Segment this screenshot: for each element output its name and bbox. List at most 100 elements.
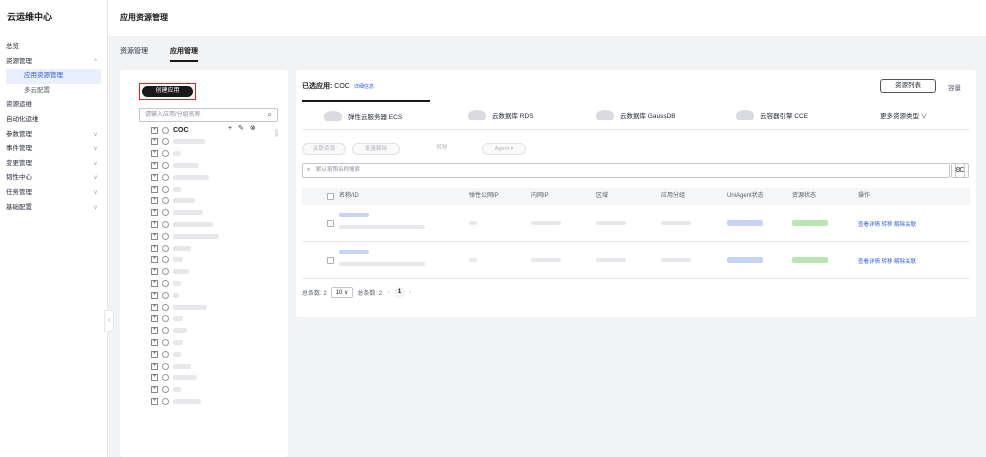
tree-node[interactable]: + bbox=[151, 172, 276, 182]
expand-icon[interactable]: + bbox=[151, 220, 158, 228]
next-page-button[interactable]: › bbox=[409, 290, 411, 296]
expand-icon[interactable]: + bbox=[151, 397, 158, 405]
expand-icon[interactable]: + bbox=[151, 244, 158, 252]
nav-item-overview[interactable]: 总览 bbox=[0, 40, 107, 55]
tree-node[interactable]: + bbox=[151, 314, 276, 324]
tree-node[interactable]: + bbox=[151, 149, 276, 159]
row-checkbox[interactable] bbox=[327, 220, 334, 227]
expand-icon[interactable]: + bbox=[151, 327, 158, 335]
nav-item-base-config[interactable]: 基础配置 v bbox=[0, 201, 107, 216]
expand-icon[interactable]: + bbox=[151, 350, 158, 358]
tree-node[interactable]: + bbox=[151, 219, 276, 229]
expand-icon[interactable]: + bbox=[151, 126, 158, 134]
unlink-link[interactable]: 解除关联 bbox=[894, 259, 916, 265]
expand-icon[interactable]: + bbox=[151, 338, 158, 346]
tree-node[interactable]: + bbox=[151, 160, 276, 170]
app-icon bbox=[162, 126, 169, 134]
row-actions: 查看详情 转移 解除关联 bbox=[858, 257, 916, 265]
expand-icon[interactable]: + bbox=[151, 138, 158, 146]
expand-icon[interactable]: + bbox=[151, 150, 158, 158]
tree-node[interactable]: + bbox=[151, 326, 276, 336]
more-resource-types[interactable]: 更多资源类型 ∨ bbox=[880, 100, 927, 130]
tab-rds[interactable]: 云数据库 RDS bbox=[468, 100, 534, 130]
tab-gaussdb[interactable]: 云数据库 GaussDB bbox=[596, 100, 676, 130]
nav-item-resilience[interactable]: 韧性中心 v bbox=[0, 171, 107, 186]
page-1-button[interactable]: 1 bbox=[394, 287, 406, 298]
tab-app-mgmt[interactable]: 应用管理 bbox=[170, 46, 198, 62]
expand-icon[interactable]: + bbox=[151, 268, 158, 276]
agent-dropdown[interactable]: Agent ▾ bbox=[482, 143, 526, 155]
tree-node-actions[interactable]: + ✎ ⊗ bbox=[228, 124, 258, 132]
resource-list-button[interactable]: 资源列表 bbox=[880, 79, 936, 93]
view-details-link[interactable]: 查看详情 bbox=[858, 222, 880, 228]
nav-item-changes[interactable]: 变更管理 v bbox=[0, 157, 107, 172]
prev-page-button[interactable]: ‹ bbox=[388, 290, 390, 296]
expand-icon[interactable]: + bbox=[151, 209, 158, 217]
tree-node[interactable]: + bbox=[151, 231, 276, 241]
expand-icon[interactable]: + bbox=[151, 161, 158, 169]
tree-node[interactable]: + bbox=[151, 337, 276, 347]
tree-node[interactable]: + bbox=[151, 385, 276, 395]
tree-node-label bbox=[173, 221, 213, 227]
transfer-link[interactable]: 转移 bbox=[882, 259, 893, 265]
tab-resource-mgmt[interactable]: 资源管理 bbox=[120, 46, 148, 56]
tree-node[interactable]: + bbox=[151, 361, 276, 371]
tree-node[interactable]: + bbox=[151, 208, 276, 218]
tree-node[interactable]: + bbox=[151, 184, 276, 194]
tree-node[interactable]: + bbox=[151, 255, 276, 265]
batch-unlink-button[interactable]: 批量解除 bbox=[352, 143, 400, 155]
tree-node[interactable]: + bbox=[151, 290, 276, 300]
resource-name-link[interactable] bbox=[339, 250, 369, 254]
tree-node[interactable]: + bbox=[151, 349, 276, 359]
nav-item-events[interactable]: 事件管理 v bbox=[0, 142, 107, 157]
nav-item-params[interactable]: 参数管理 v bbox=[0, 128, 107, 143]
settings-gear-button[interactable]: ⚙ bbox=[951, 163, 965, 178]
table-search-input[interactable]: ⌕ 默认按照名称搜索 bbox=[302, 163, 950, 178]
view-details-link[interactable]: 查看详情 bbox=[858, 259, 880, 265]
tree-node[interactable]: + bbox=[151, 243, 276, 253]
nav-item-app-resource-mgmt[interactable]: 应用资源管理 bbox=[6, 69, 101, 84]
nav-collapse-button[interactable]: ‹ bbox=[104, 310, 114, 332]
tree-node[interactable]: + bbox=[151, 373, 276, 383]
expand-icon[interactable]: + bbox=[151, 256, 158, 264]
expand-icon[interactable]: + bbox=[151, 386, 158, 394]
tree-node[interactable]: + bbox=[151, 267, 276, 277]
transfer-button[interactable]: 转移 bbox=[430, 143, 454, 155]
expand-icon[interactable]: + bbox=[151, 173, 158, 181]
tab-cce[interactable]: 云容器引擎 CCE bbox=[736, 100, 808, 130]
search-icon[interactable]: ⌕ bbox=[268, 109, 272, 121]
nav-item-tasks[interactable]: 任务管理 v bbox=[0, 186, 107, 201]
tree-node-label bbox=[173, 245, 191, 251]
tree-node[interactable]: + bbox=[151, 137, 276, 147]
expand-icon[interactable]: + bbox=[151, 362, 158, 370]
nav-item-resource-mgmt[interactable]: 资源管理 ^ bbox=[0, 55, 107, 70]
link-resource-button[interactable]: 关联资源 bbox=[302, 143, 346, 155]
expand-icon[interactable]: + bbox=[151, 232, 158, 240]
tree-node[interactable]: + bbox=[151, 302, 276, 312]
expand-icon[interactable]: + bbox=[151, 291, 158, 299]
expand-icon[interactable]: + bbox=[151, 315, 158, 323]
tree-node[interactable]: + bbox=[151, 278, 276, 288]
expand-icon[interactable]: + bbox=[151, 279, 158, 287]
resource-name-link[interactable] bbox=[339, 213, 369, 217]
detail-link[interactable]: 详细信息 bbox=[354, 84, 374, 90]
create-app-button[interactable]: 创建应用 bbox=[142, 86, 193, 97]
nav-item-multicloud[interactable]: 多云配置 bbox=[0, 84, 107, 99]
transfer-link[interactable]: 转移 bbox=[882, 222, 893, 228]
tree-root-node[interactable]: + COC + ✎ ⊗ bbox=[151, 125, 276, 135]
expand-icon[interactable]: + bbox=[151, 185, 158, 193]
expand-icon[interactable]: + bbox=[151, 197, 158, 205]
select-all-checkbox[interactable] bbox=[327, 193, 334, 200]
tree-node[interactable]: + bbox=[151, 396, 276, 406]
capacity-tab[interactable]: 容量 bbox=[948, 82, 961, 92]
expand-icon[interactable]: + bbox=[151, 374, 158, 382]
tree-node[interactable]: + bbox=[151, 196, 276, 206]
page-size-select[interactable]: 10 ∨ bbox=[330, 287, 354, 298]
nav-item-resource-ops[interactable]: 资源运维 bbox=[0, 98, 107, 113]
tab-ecs[interactable]: 弹性云服务器 ECS bbox=[302, 100, 430, 130]
expand-icon[interactable]: + bbox=[151, 303, 158, 311]
nav-item-automation[interactable]: 自动化运维 bbox=[0, 113, 107, 128]
unlink-link[interactable]: 解除关联 bbox=[894, 222, 916, 228]
row-checkbox[interactable] bbox=[327, 257, 334, 264]
tree-search-input[interactable]: 请输入应用/分组名称 ⌕ bbox=[139, 108, 278, 122]
